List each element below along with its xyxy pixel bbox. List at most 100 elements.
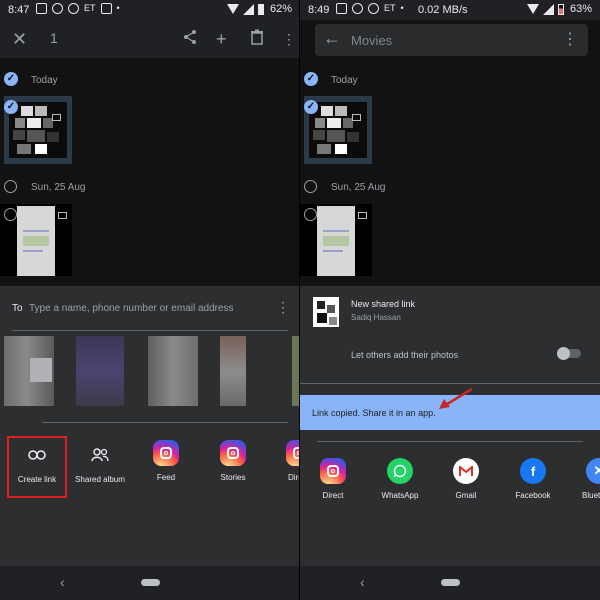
photo-icon [336,3,347,14]
more-icon[interactable]: ⋮ [562,29,578,49]
gmail-button[interactable]: Gmail [436,458,496,500]
instagram-feed-button[interactable]: Feed [136,440,196,482]
to-label: To [12,303,23,314]
app-label: Shared album [75,475,125,484]
whatsapp-icon [352,3,363,14]
section-date: Sun, 25 Aug [31,182,86,193]
divider [300,383,600,384]
app-label: Create link [17,475,57,484]
album-title-bar: ← Movies ⋮ [315,24,588,56]
more-icon[interactable]: ⋮ [282,27,296,51]
bluetooth-button[interactable]: ✕ Blueto [570,458,600,500]
wifi-icon [226,4,239,14]
instagram-icon [286,440,300,466]
whatsapp-icon [52,3,63,14]
close-icon[interactable]: ✕ [12,27,27,51]
contact-avatar[interactable] [148,336,198,406]
link-icon [24,442,50,468]
whatsapp-icon [387,458,413,484]
contact-avatar[interactable] [76,336,124,406]
instagram-direct-button[interactable]: Dire [266,440,300,482]
video-icon [352,114,361,121]
video-icon [52,114,61,121]
whatsapp-icon [368,3,379,14]
video-icon [58,212,67,219]
status-bar: 8:47 ET • 62% [0,0,300,20]
system-nav-bar: ‹ [300,566,600,600]
direct-button[interactable]: Direct [303,458,363,500]
app-label: WhatsApp [381,491,419,500]
collab-toggle-label: Let others add their photos [351,350,459,360]
home-pill[interactable] [441,579,460,586]
shared-link-owner: Sadiq Hassan [351,313,401,322]
dot-icon: • [116,3,120,13]
add-icon[interactable]: + [216,27,227,51]
notification-icons: ET • [336,3,404,14]
section-date: Today [31,75,58,86]
signal-icon [242,3,254,15]
wifi-icon [526,4,539,14]
screen-pair: 8:47 ET • 62% ✕ + ⋮ 1 ✓ Today ✓ Sun, 25 … [0,0,600,600]
check-icon[interactable]: ✓ [304,72,318,86]
status-time: 8:49 [308,4,330,16]
shared-link-thumbnail [313,297,339,327]
whatsapp-icon [68,3,79,14]
divider [317,441,583,442]
battery-icon [257,3,264,15]
signal-icon [542,3,554,15]
photo-thumbnail[interactable] [0,204,72,276]
share-icon[interactable] [182,27,198,51]
photo-icon [36,3,47,14]
select-radio[interactable] [4,208,17,221]
battery-percent: 62% [269,3,292,15]
gmail-icon [453,458,479,484]
system-nav-bar: ‹ [0,566,300,600]
create-link-button[interactable]: Create link [7,442,67,484]
bluetooth-icon: ✕ [586,458,600,484]
instagram-icon [320,458,346,484]
back-arrow-icon[interactable]: ← [323,28,341,49]
select-radio[interactable] [304,208,317,221]
left-screenshot: 8:47 ET • 62% ✕ + ⋮ 1 ✓ Today ✓ Sun, 25 … [0,0,300,600]
divider [12,330,288,331]
check-icon[interactable]: ✓ [4,100,18,114]
shared-album-button[interactable]: Shared album [70,442,130,484]
battery-percent: 63% [569,3,592,15]
et-icon: ET [384,3,396,13]
check-icon[interactable]: ✓ [4,72,18,86]
instagram-stories-button[interactable]: Stories [203,440,263,482]
section-date: Sun, 25 Aug [331,182,386,193]
contact-avatar[interactable] [220,336,246,406]
trash-icon[interactable] [250,27,264,51]
facebook-icon: f [520,458,546,484]
app-label: Facebook [515,491,551,500]
dnd-icon [100,3,112,14]
video-icon [358,212,367,219]
photo-thumbnail[interactable] [300,204,372,276]
status-time: 8:47 [8,4,30,16]
instagram-icon [153,440,179,466]
status-bar: 8:49 ET • 0.02 MB/s 63% [300,0,600,20]
whatsapp-button[interactable]: WhatsApp [370,458,430,500]
back-icon[interactable]: ‹ [360,574,365,590]
instagram-icon [220,440,246,466]
select-radio[interactable] [304,180,317,193]
divider [42,422,288,423]
home-pill[interactable] [141,579,160,586]
select-radio[interactable] [4,180,17,193]
contact-avatar-detail [30,358,52,382]
more-icon[interactable]: ⋮ [276,299,290,316]
annotation-arrow [439,387,473,409]
battery-icon [557,3,564,15]
network-speed: 0.02 MB/s [418,4,468,16]
dot-icon: • [400,3,404,13]
album-title: Movies [351,33,393,48]
collab-toggle[interactable] [557,347,581,360]
right-screenshot: 8:49 ET • 0.02 MB/s 63% ← Movies ⋮ ✓ Tod [300,0,600,600]
app-label: Stories [220,473,246,482]
selected-count: 1 [50,30,58,46]
recipient-input[interactable]: Type a name, phone number or email addre… [29,303,234,314]
check-icon[interactable]: ✓ [304,100,318,114]
back-icon[interactable]: ‹ [60,574,65,590]
facebook-button[interactable]: f Facebook [503,458,563,500]
